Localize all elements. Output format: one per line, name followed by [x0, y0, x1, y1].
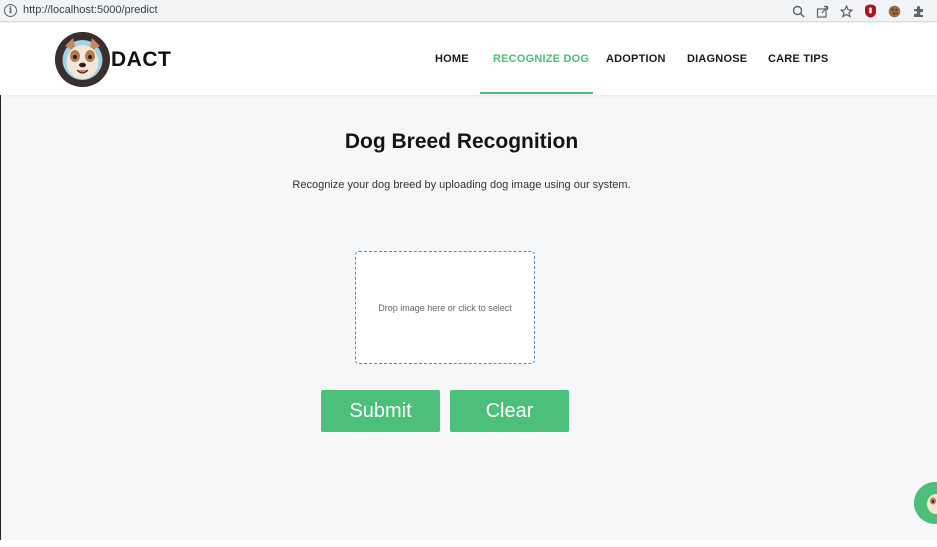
- clear-button[interactable]: Clear: [450, 390, 569, 432]
- active-nav-indicator: [480, 92, 593, 94]
- brand-name: DACT: [111, 47, 172, 71]
- nav-care-tips[interactable]: CARE TIPS: [768, 53, 828, 65]
- nav-recognize-dog[interactable]: RECOGNIZE DOG: [493, 53, 589, 65]
- nav-diagnose[interactable]: DIAGNOSE: [687, 53, 747, 65]
- address-bar[interactable]: http://localhost:5000/predict: [23, 4, 158, 16]
- page-subtitle: Recognize your dog breed by uploading do…: [292, 179, 631, 191]
- browser-actions: [791, 2, 925, 20]
- dropzone-hint: Drop image here or click to select: [378, 302, 512, 313]
- site-header: DACT HOME RECOGNIZE DOG ADOPTION DIAGNOS…: [0, 23, 937, 95]
- chat-bot-button[interactable]: [914, 482, 937, 524]
- image-dropzone[interactable]: Drop image here or click to select: [355, 251, 535, 364]
- dog-logo-icon: [55, 32, 110, 87]
- share-icon[interactable]: [815, 4, 829, 18]
- page-title: Dog Breed Recognition: [344, 130, 579, 153]
- submit-button[interactable]: Submit: [321, 390, 440, 432]
- cookie-icon[interactable]: [887, 4, 901, 18]
- nav-adoption[interactable]: ADOPTION: [606, 53, 666, 65]
- extension-shield-icon[interactable]: [863, 4, 877, 18]
- info-icon[interactable]: i: [4, 4, 17, 17]
- logo[interactable]: DACT: [55, 32, 171, 87]
- browser-toolbar: i http://localhost:5000/predict: [0, 0, 937, 22]
- zoom-icon[interactable]: [791, 4, 805, 18]
- puzzle-icon[interactable]: [911, 4, 925, 18]
- dog-avatar-icon: [914, 482, 937, 524]
- nav-home[interactable]: HOME: [435, 53, 469, 65]
- star-icon[interactable]: [839, 4, 853, 18]
- footer-strip: [0, 540, 937, 547]
- window-edge: [0, 95, 1, 540]
